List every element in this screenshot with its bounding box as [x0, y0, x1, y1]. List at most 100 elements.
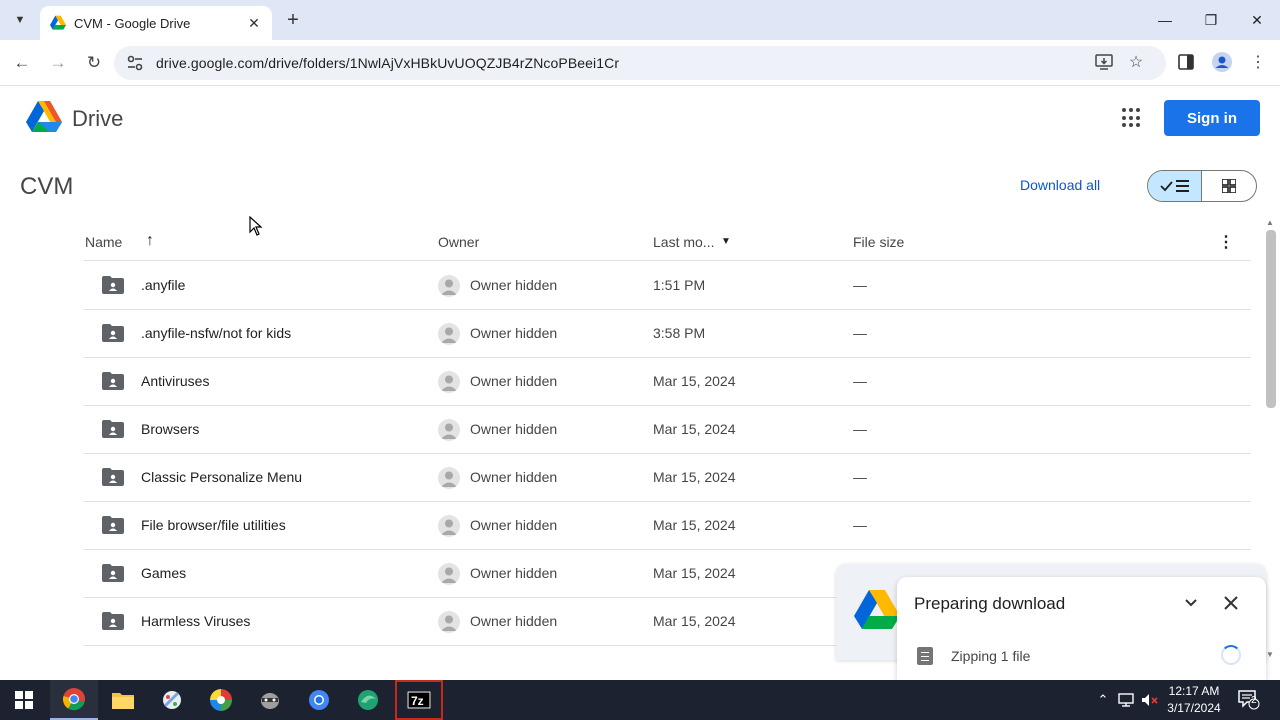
owner-text: Owner hidden	[470, 613, 558, 629]
system-clock[interactable]: 12:17 AM 3/17/2024	[1158, 683, 1230, 717]
owner-avatar-icon	[438, 467, 460, 489]
file-name: Classic Personalize Menu	[141, 469, 303, 485]
start-button[interactable]	[0, 680, 48, 720]
owner-avatar-icon	[438, 371, 460, 393]
back-arrow-icon[interactable]: ←	[10, 51, 34, 75]
grid-icon	[1222, 179, 1236, 193]
modified-text: 1:51 PM	[653, 277, 706, 293]
windows-logo-icon	[15, 691, 33, 709]
column-last-modified-header[interactable]: Last mo...	[653, 234, 714, 250]
scrollbar-thumb[interactable]	[1266, 230, 1276, 408]
close-window-button[interactable]: ✕	[1234, 0, 1280, 40]
browser-tabstrip: ▼ CVM - Google Drive ✕ + — ❐ ✕	[0, 0, 1280, 40]
sort-dropdown-icon[interactable]: ▼	[721, 236, 731, 247]
shared-folder-icon	[102, 276, 124, 294]
file-name: Harmless Viruses	[141, 613, 251, 629]
profile-icon[interactable]	[1211, 51, 1233, 73]
side-panel-icon[interactable]	[1175, 51, 1197, 73]
owner-text: Owner hidden	[470, 277, 558, 293]
file-name: .anyfile	[141, 277, 186, 293]
shared-folder-icon	[102, 420, 124, 438]
table-row[interactable]: .anyfile-nsfw/not for kids Owner hidden …	[84, 310, 1251, 358]
download-panel: Preparing download Zipping 1 file	[897, 577, 1266, 680]
modified-text: Mar 15, 2024	[653, 373, 736, 389]
download-panel-title: Preparing download	[914, 594, 1066, 613]
browser-menu-icon[interactable]: ⋮	[1247, 51, 1269, 73]
sign-in-button[interactable]: Sign in	[1164, 100, 1260, 136]
windows-taskbar: 7z ⌃ 12:17 AM 3/17/2024 2	[0, 680, 1280, 720]
forward-arrow-icon[interactable]: →	[46, 51, 70, 75]
owner-avatar-icon	[438, 419, 460, 441]
file-name: Browsers	[141, 421, 200, 437]
size-text: —	[853, 421, 867, 437]
column-name-header[interactable]: Name	[85, 234, 122, 250]
column-file-size-header: File size	[853, 234, 905, 250]
browser-toolbar: ← → ↻ drive.google.com/drive/folders/1Nw…	[0, 40, 1280, 86]
collapse-chevron-icon[interactable]	[1181, 593, 1201, 613]
mouse-cursor-icon	[249, 216, 263, 236]
site-settings-icon[interactable]	[126, 54, 144, 72]
list-view-button[interactable]	[1148, 171, 1203, 201]
modified-text: Mar 15, 2024	[653, 613, 736, 629]
table-row[interactable]: .anyfile Owner hidden 1:51 PM —	[84, 262, 1251, 310]
shared-folder-icon	[102, 564, 124, 582]
owner-text: Owner hidden	[470, 517, 558, 533]
reload-icon[interactable]: ↻	[82, 51, 106, 75]
browser-blue-icon	[309, 690, 329, 710]
taskbar-chrome[interactable]	[50, 680, 98, 720]
checkmark-list-icon	[1159, 180, 1189, 192]
minimize-button[interactable]: —	[1142, 0, 1188, 40]
grid-view-button[interactable]	[1202, 171, 1256, 201]
taskbar-7zip[interactable]: 7z	[395, 680, 443, 720]
google-drive-logo[interactable]	[26, 101, 62, 133]
shared-folder-icon	[102, 468, 124, 486]
table-row[interactable]: Antiviruses Owner hidden Mar 15, 2024 —	[84, 358, 1251, 406]
browser-tab[interactable]: CVM - Google Drive ✕	[40, 6, 272, 40]
download-all-button[interactable]: Download all	[1020, 177, 1100, 193]
download-status-text: Zipping 1 file	[951, 648, 1031, 664]
taskbar-app-raccoon[interactable]	[246, 680, 294, 720]
owner-avatar-icon	[438, 611, 460, 633]
table-row[interactable]: Browsers Owner hidden Mar 15, 2024 —	[84, 406, 1251, 454]
scroll-down-arrow-icon[interactable]: ▼	[1266, 650, 1274, 659]
tray-overflow-chevron-icon[interactable]: ⌃	[1094, 680, 1112, 720]
7zip-icon: 7z	[407, 691, 431, 709]
scroll-up-arrow-icon[interactable]: ▲	[1266, 218, 1274, 227]
file-name: File browser/file utilities	[141, 517, 286, 533]
taskbar-app-paint[interactable]	[148, 680, 196, 720]
owner-avatar-icon	[438, 323, 460, 345]
modified-text: Mar 15, 2024	[653, 421, 736, 437]
taskbar-app-colorful[interactable]	[197, 680, 245, 720]
shared-folder-icon	[102, 612, 124, 630]
tab-search-chevron-icon[interactable]: ▼	[8, 8, 32, 32]
owner-avatar-icon	[438, 515, 460, 537]
network-icon[interactable]	[1116, 680, 1136, 720]
more-options-icon[interactable]: ⋮	[1218, 232, 1234, 252]
restore-button[interactable]: ❐	[1188, 0, 1234, 40]
bookmark-star-icon[interactable]: ☆	[1125, 51, 1147, 73]
address-bar[interactable]: drive.google.com/drive/folders/1NwlAjVxH…	[114, 46, 1166, 80]
sort-up-arrow-icon[interactable]: ↑	[146, 232, 154, 250]
tab-close-icon[interactable]: ✕	[246, 15, 262, 32]
color-wheel-icon	[210, 689, 232, 711]
volume-muted-icon[interactable]	[1140, 680, 1160, 720]
table-row[interactable]: Classic Personalize Menu Owner hidden Ma…	[84, 454, 1251, 502]
view-toggle	[1147, 170, 1257, 202]
install-app-icon[interactable]	[1093, 51, 1115, 73]
owner-text: Owner hidden	[470, 373, 558, 389]
new-tab-button[interactable]: +	[282, 9, 304, 31]
taskbar-file-explorer[interactable]	[99, 680, 147, 720]
taskbar-app-edge[interactable]	[344, 680, 392, 720]
taskbar-app-blue[interactable]	[295, 680, 343, 720]
notification-center-icon[interactable]: 2	[1236, 680, 1262, 720]
tab-title: CVM - Google Drive	[74, 15, 191, 31]
close-panel-icon[interactable]	[1221, 593, 1241, 613]
google-apps-grid-icon[interactable]	[1122, 108, 1142, 128]
owner-text: Owner hidden	[470, 325, 558, 341]
table-row[interactable]: File browser/file utilities Owner hidden…	[84, 502, 1251, 550]
modified-text: Mar 15, 2024	[653, 469, 736, 485]
owner-avatar-icon	[438, 275, 460, 297]
size-text: —	[853, 325, 867, 341]
modified-text: 3:58 PM	[653, 325, 706, 341]
column-owner-header: Owner	[438, 234, 480, 250]
